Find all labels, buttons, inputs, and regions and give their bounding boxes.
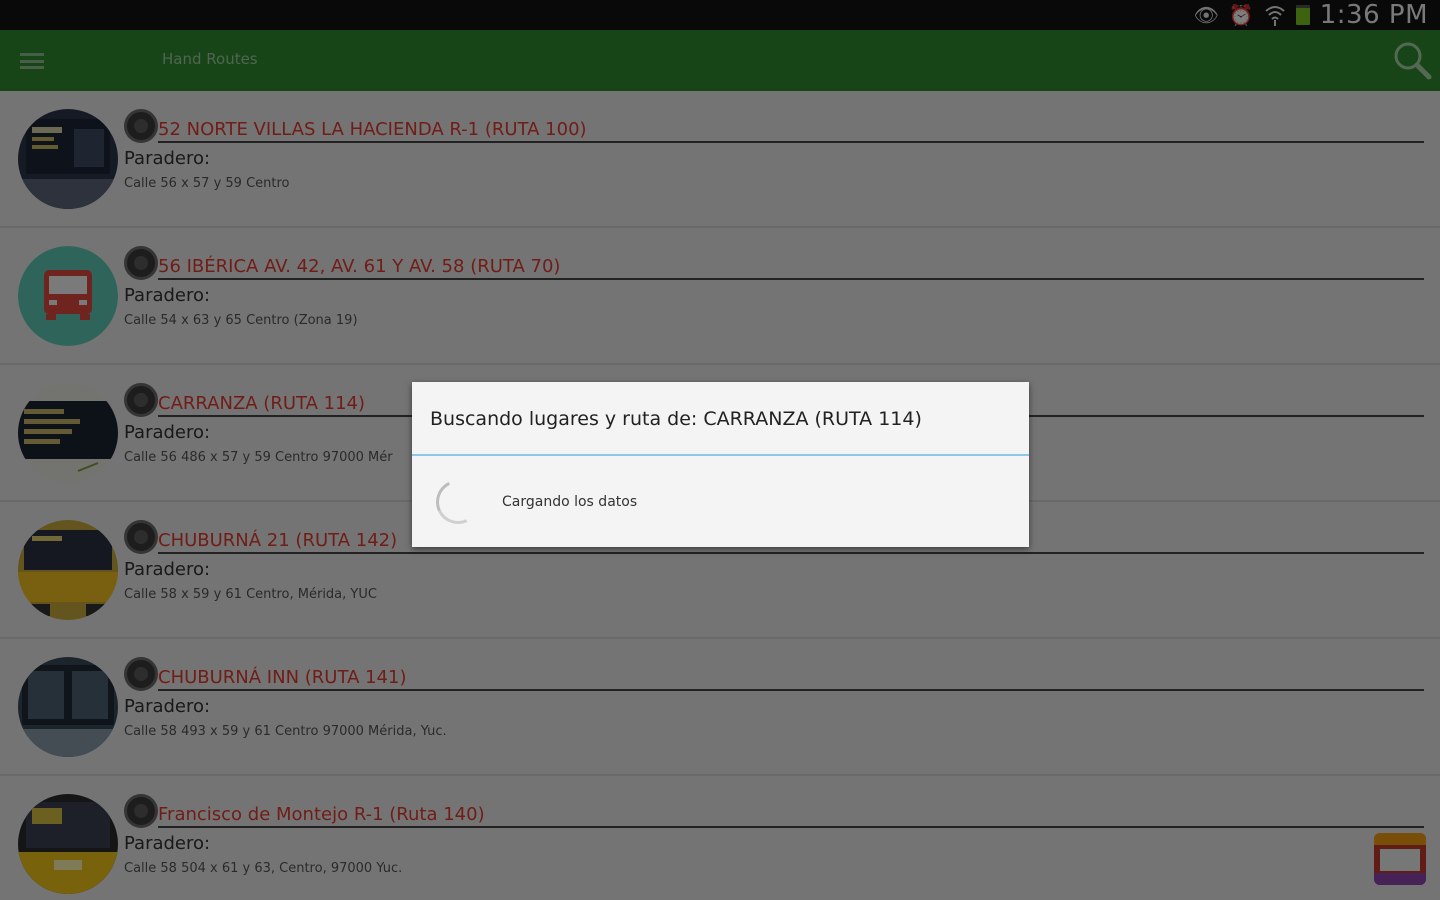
loading-spinner-icon: [429, 473, 487, 531]
dialog-message: Cargando los datos: [502, 494, 638, 510]
dialog-divider: [412, 454, 1029, 456]
dialog-title: Buscando lugares y ruta de: CARRANZA (RU…: [430, 408, 922, 430]
loading-dialog: Buscando lugares y ruta de: CARRANZA (RU…: [412, 382, 1029, 547]
